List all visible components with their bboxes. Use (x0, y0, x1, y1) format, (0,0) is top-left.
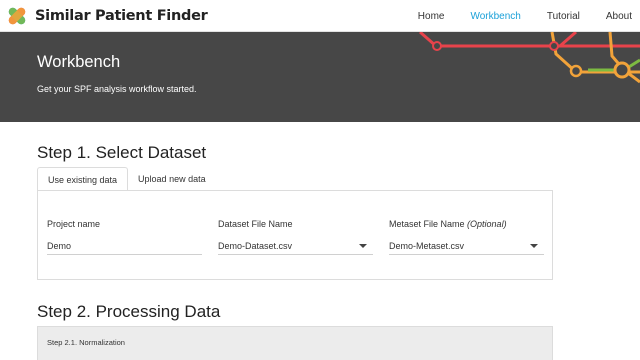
logo-icon (4, 3, 30, 29)
nav-tutorial[interactable]: Tutorial (547, 11, 580, 22)
nav-menu: Home Workbench Tutorial About (392, 0, 632, 32)
decorative-lines (419, 32, 640, 84)
step1-heading: Step 1. Select Dataset (37, 143, 207, 162)
nav-about[interactable]: About (606, 11, 632, 22)
app-title: Similar Patient Finder (35, 8, 208, 24)
tab-use-existing-data[interactable]: Use existing data (37, 167, 129, 191)
hero-banner: Workbench Get your SPF analysis workflow… (0, 32, 640, 122)
dataset-file-field: Dataset File Name Demo-Dataset.csv (218, 219, 373, 255)
dataset-file-label: Dataset File Name (218, 219, 293, 229)
page-subtitle: Get your SPF analysis workflow started. (37, 84, 197, 94)
page-title: Workbench (37, 53, 121, 71)
dataset-file-select[interactable]: Demo-Dataset.csv (218, 237, 373, 255)
project-name-value: Demo (47, 241, 72, 251)
metaset-file-field: Metaset File Name (Optional) Demo-Metase… (389, 219, 544, 255)
dataset-panel: Project name Demo Dataset File Name Demo… (37, 190, 553, 280)
project-name-label: Project name (47, 219, 101, 229)
optional-marker: (Optional) (467, 219, 507, 229)
metaset-file-select[interactable]: Demo-Metaset.csv (389, 237, 544, 255)
chevron-down-icon (359, 244, 367, 248)
project-name-input[interactable]: Demo (47, 237, 202, 255)
tab-upload-new-data[interactable]: Upload new data (128, 167, 216, 191)
step2-heading: Step 2. Processing Data (37, 302, 221, 321)
top-navbar: Similar Patient Finder Home Workbench Tu… (0, 0, 640, 32)
brand[interactable]: Similar Patient Finder (4, 2, 208, 30)
project-name-field: Project name Demo (47, 219, 202, 255)
nav-home[interactable]: Home (418, 11, 445, 22)
metaset-file-label: Metaset File Name (Optional) (389, 219, 507, 229)
metaset-file-value: Demo-Metaset.csv (389, 241, 465, 251)
chevron-down-icon (530, 244, 538, 248)
nav-workbench[interactable]: Workbench (470, 11, 520, 22)
normalization-panel[interactable]: Step 2.1. Normalization (37, 326, 553, 360)
normalization-title: Step 2.1. Normalization (47, 338, 125, 347)
dataset-file-value: Demo-Dataset.csv (218, 241, 293, 251)
dataset-tabs: Use existing data Upload new data (37, 167, 216, 191)
